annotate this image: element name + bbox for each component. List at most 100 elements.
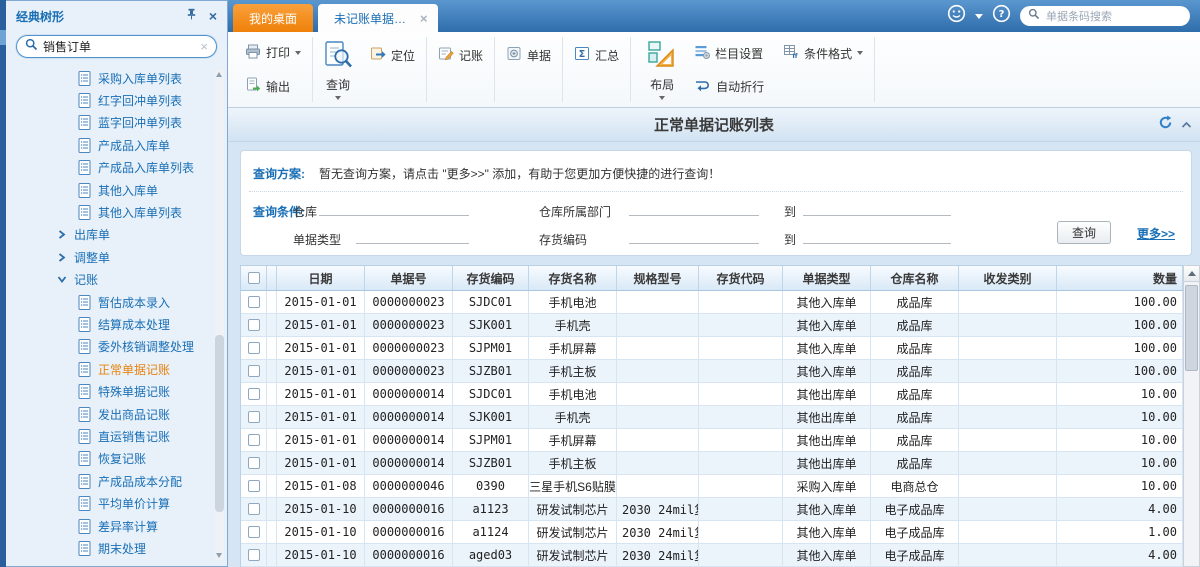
row-checkbox[interactable] xyxy=(248,365,260,377)
tab-my-desktop[interactable]: 我的桌面 xyxy=(233,4,313,32)
col-spec[interactable]: 规格型号 xyxy=(617,266,699,290)
layout-button-large[interactable]: 布局 xyxy=(639,32,685,107)
tree-item[interactable]: 平均单价计算 xyxy=(6,492,213,514)
row-checkbox[interactable] xyxy=(248,434,260,446)
output-button[interactable]: 输出 xyxy=(242,75,304,97)
inventory-code-to-input[interactable] xyxy=(803,226,951,244)
tree-item[interactable]: 特殊单据记账 xyxy=(6,380,213,402)
table-row[interactable]: 2015-01-01 0000000023 SJK001 手机壳 其他入库单 成… xyxy=(241,314,1183,337)
post-button[interactable]: 记账 xyxy=(435,44,486,66)
scroll-down-icon[interactable] xyxy=(216,553,222,558)
table-row[interactable]: 2015-01-08 0000000046 0390 三星手机S6贴膜 采购入库… xyxy=(241,475,1183,498)
col-inv-code[interactable]: 存货编码 xyxy=(453,266,529,290)
doc-type-input[interactable] xyxy=(356,226,469,244)
tree-item[interactable]: 其他入库单列表 xyxy=(6,201,213,223)
tree-item[interactable]: 正常单据记账 xyxy=(6,358,213,380)
tree-item[interactable]: 委外核销调整处理 xyxy=(6,336,213,358)
table-row[interactable]: 2015-01-01 0000000023 SJPM01 手机屏幕 其他入库单 … xyxy=(241,337,1183,360)
row-checkbox[interactable] xyxy=(248,319,260,331)
col-date[interactable]: 日期 xyxy=(277,266,365,290)
col-warehouse[interactable]: 仓库名称 xyxy=(871,266,959,290)
row-checkbox[interactable] xyxy=(248,549,260,561)
tree-item[interactable]: 出库单 xyxy=(6,224,213,246)
col-inv-name[interactable]: 存货名称 xyxy=(529,266,617,290)
print-button[interactable]: 打印 xyxy=(242,42,304,64)
tree-item[interactable]: 记账 xyxy=(6,269,213,291)
tab-unposted-docs[interactable]: 未记账单据… × xyxy=(318,4,438,32)
summarize-button[interactable]: Σ 汇总 xyxy=(571,44,622,66)
row-checkbox[interactable] xyxy=(248,457,260,469)
row-checkbox[interactable] xyxy=(248,342,260,354)
column-settings-button[interactable]: 栏目设置 xyxy=(691,42,766,64)
collapse-panel-icon[interactable] xyxy=(1181,116,1192,134)
help-icon[interactable]: ? xyxy=(992,4,1011,28)
warehouse-input[interactable] xyxy=(319,198,469,216)
row-checkbox[interactable] xyxy=(248,503,260,515)
table-row[interactable]: 2015-01-01 0000000014 SJZB01 手机主板 其他出库单 … xyxy=(241,452,1183,475)
voucher-button[interactable]: 单据 xyxy=(503,44,554,66)
tree-item[interactable]: 恢复记账 xyxy=(6,448,213,470)
tree-item[interactable]: 产成品成本分配 xyxy=(6,470,213,492)
tree-item[interactable]: 调整单 xyxy=(6,246,213,268)
tree-item[interactable]: 采购入库单列表 xyxy=(6,67,213,89)
chevron-down-icon[interactable] xyxy=(975,14,983,19)
warehouse-dept-input[interactable] xyxy=(629,198,759,216)
col-quantity[interactable]: 数量 xyxy=(1057,266,1183,290)
tree-item[interactable]: 结算成本处理 xyxy=(6,313,213,335)
scroll-up-icon[interactable] xyxy=(216,72,222,77)
table-row[interactable]: 2015-01-01 0000000023 SJDC01 手机电池 其他入库单 … xyxy=(241,291,1183,314)
clear-search-icon[interactable]: × xyxy=(200,39,208,54)
chevron-down-icon[interactable] xyxy=(58,276,67,284)
tree-item[interactable]: 发出商品记账 xyxy=(6,403,213,425)
scroll-up-button[interactable] xyxy=(1184,266,1199,282)
row-checkbox[interactable] xyxy=(248,411,260,423)
chevron-down-icon[interactable] xyxy=(295,51,301,55)
scrollbar-thumb[interactable] xyxy=(215,335,224,512)
chevron-right-icon[interactable] xyxy=(58,230,66,239)
col-io-category[interactable]: 收发类别 xyxy=(959,266,1057,290)
table-row[interactable]: 2015-01-10 0000000016 aged03 研发试制芯片 2030… xyxy=(241,544,1183,567)
tree-item[interactable]: 产成品入库单列表 xyxy=(6,157,213,179)
col-doc-type[interactable]: 单据类型 xyxy=(783,266,871,290)
more-link[interactable]: 更多>> xyxy=(1137,225,1175,242)
row-checkbox[interactable] xyxy=(248,296,260,308)
table-row[interactable]: 2015-01-01 0000000023 SJZB01 手机主板 其他入库单 … xyxy=(241,360,1183,383)
chevron-right-icon[interactable] xyxy=(58,253,66,262)
row-checkbox[interactable] xyxy=(248,480,260,492)
sidebar-search-box[interactable]: 销售订单 × xyxy=(16,35,217,58)
tree-item[interactable]: 直运销售记账 xyxy=(6,425,213,447)
table-row[interactable]: 2015-01-10 0000000016 a1123 研发试制芯片 2030 … xyxy=(241,498,1183,521)
auto-wrap-button[interactable]: 自动折行 xyxy=(691,76,767,97)
col-inv-alias[interactable]: 存货代码 xyxy=(699,266,783,290)
table-scrollbar-thumb[interactable] xyxy=(1185,285,1198,371)
table-row[interactable]: 2015-01-01 0000000014 SJK001 手机壳 其他出库单 成… xyxy=(241,406,1183,429)
inventory-code-input[interactable] xyxy=(629,226,759,244)
chevron-down-icon[interactable] xyxy=(335,96,341,100)
sidebar-scrollbar[interactable] xyxy=(215,69,224,561)
table-row[interactable]: 2015-01-01 0000000014 SJPM01 手机屏幕 其他出库单 … xyxy=(241,429,1183,452)
chevron-down-icon[interactable] xyxy=(857,51,863,55)
tree-item[interactable]: 暂估成本录入 xyxy=(6,291,213,313)
sidebar-close-icon[interactable]: × xyxy=(209,9,217,23)
table-row[interactable]: 2015-01-10 0000000016 a1124 研发试制芯片 2030 … xyxy=(241,521,1183,544)
smiley-icon[interactable] xyxy=(947,4,966,28)
table-row[interactable]: 2015-01-01 0000000014 SJDC01 手机电池 其他出库单 … xyxy=(241,383,1183,406)
col-doc-no[interactable]: 单据号 xyxy=(365,266,453,290)
conditional-format-button[interactable]: If 条件格式 xyxy=(780,42,866,64)
tree-item[interactable]: 产成品入库单 xyxy=(6,134,213,156)
query-submit-button[interactable]: 查询 xyxy=(1057,221,1111,244)
select-all-checkbox[interactable] xyxy=(248,272,260,284)
warehouse-dept-to-input[interactable] xyxy=(803,198,951,216)
row-checkbox[interactable] xyxy=(248,388,260,400)
pin-icon[interactable] xyxy=(186,7,197,25)
tab-close-icon[interactable]: × xyxy=(420,11,428,26)
tree-item[interactable]: 红字回冲单列表 xyxy=(6,89,213,111)
row-checkbox[interactable] xyxy=(248,526,260,538)
refresh-icon[interactable] xyxy=(1158,115,1173,135)
barcode-search-input[interactable]: 单据条码搜索 xyxy=(1020,6,1190,26)
tree-item[interactable]: 期末处理 xyxy=(6,537,213,559)
table-scrollbar[interactable] xyxy=(1183,265,1200,567)
tree-item[interactable]: 蓝字回冲单列表 xyxy=(6,112,213,134)
tree-item[interactable]: 其他入库单 xyxy=(6,179,213,201)
locate-button[interactable]: 定位 xyxy=(367,44,418,66)
